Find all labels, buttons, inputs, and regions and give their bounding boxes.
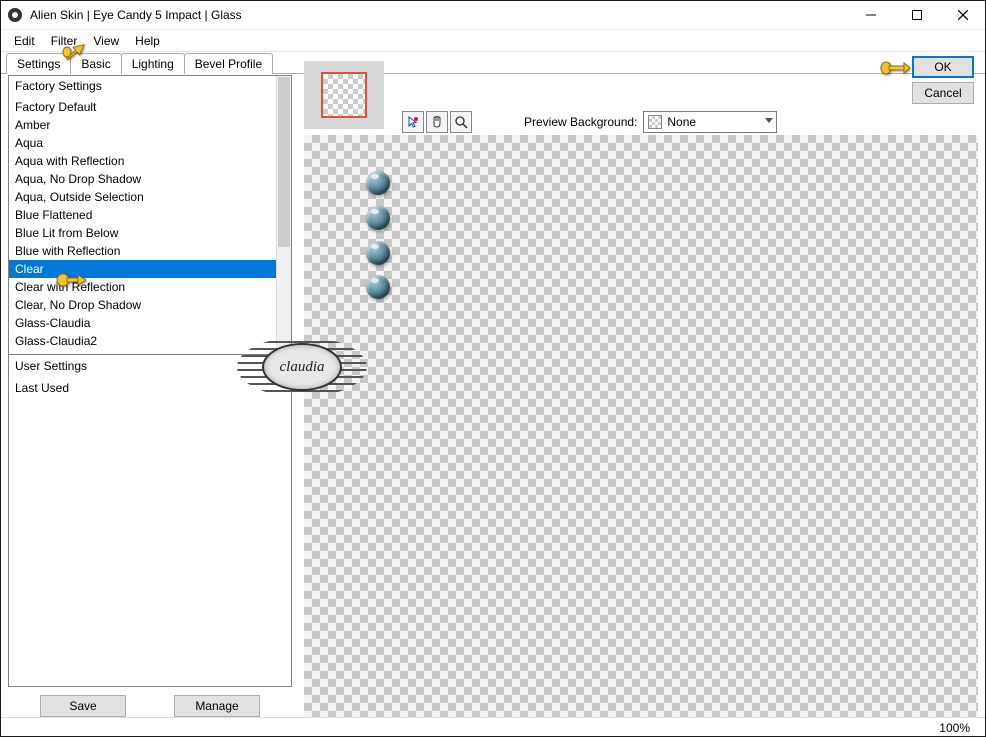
preset-item[interactable]: Blue with Reflection (9, 242, 276, 260)
menu-help[interactable]: Help (127, 32, 168, 50)
preview-bg-dropdown[interactable]: None (643, 111, 777, 133)
preview-panel: Preview Background: None (304, 75, 978, 717)
preset-item[interactable]: Aqua, No Drop Shadow (9, 170, 276, 188)
factory-settings-list: Factory Settings Factory DefaultAmberAqu… (8, 75, 292, 355)
minimize-button[interactable] (848, 0, 894, 29)
preset-item[interactable]: Aqua with Reflection (9, 152, 276, 170)
preset-item[interactable]: Glass-Claudia3 (9, 350, 276, 354)
factory-header: Factory Settings (9, 76, 291, 96)
close-button[interactable] (940, 0, 986, 29)
menubar: Edit Filter View Help (0, 30, 986, 52)
tool-zoom-icon[interactable] (450, 111, 472, 133)
cancel-button[interactable]: Cancel (912, 82, 974, 104)
preset-item[interactable]: Blue Flattened (9, 206, 276, 224)
tool-hand-icon[interactable] (426, 111, 448, 133)
save-button[interactable]: Save (40, 695, 126, 717)
user-preset-item[interactable]: Last Used (9, 379, 291, 397)
manage-button[interactable]: Manage (174, 695, 260, 717)
preview-bg-value: None (667, 115, 696, 129)
preset-item[interactable]: Glass-Claudia (9, 314, 276, 332)
preset-item[interactable]: Glass-Claudia2 (9, 332, 276, 350)
settings-buttons: Save Manage (8, 687, 292, 717)
tool-pointer-icon[interactable] (402, 111, 424, 133)
preset-item[interactable]: Clear (9, 260, 276, 278)
glass-sphere-icon (366, 275, 390, 299)
preview-bg-label: Preview Background: (524, 115, 637, 129)
user-settings-list: User Settings Last Used (8, 355, 292, 687)
ok-button[interactable]: OK (912, 56, 974, 78)
tab-bevel-profile[interactable]: Bevel Profile (184, 53, 273, 74)
glass-sphere-icon (366, 241, 390, 265)
menu-filter[interactable]: Filter (43, 32, 86, 50)
thumbnail-selected[interactable] (321, 72, 367, 118)
preset-item[interactable]: Factory Default (9, 98, 276, 116)
settings-panel: Factory Settings Factory DefaultAmberAqu… (8, 75, 292, 717)
preset-item[interactable]: Aqua (9, 134, 276, 152)
tab-lighting[interactable]: Lighting (121, 53, 185, 74)
transparency-swatch-icon (648, 115, 662, 129)
preview-canvas[interactable] (304, 135, 978, 717)
preview-tools (402, 111, 474, 133)
tab-settings[interactable]: Settings (6, 53, 71, 74)
thumbnail-strip[interactable] (304, 61, 384, 129)
glass-sphere-icon (366, 206, 390, 230)
maximize-button[interactable] (894, 0, 940, 29)
preset-item[interactable]: Clear, No Drop Shadow (9, 296, 276, 314)
preset-item[interactable]: Blue Lit from Below (9, 224, 276, 242)
glass-sphere-icon (366, 171, 390, 195)
preset-scroll[interactable]: Factory DefaultAmberAquaAqua with Reflec… (9, 98, 276, 354)
content-area: Factory Settings Factory DefaultAmberAqu… (8, 75, 978, 717)
preview-bg-row: Preview Background: None (524, 111, 777, 133)
preset-item[interactable]: Aqua, Outside Selection (9, 188, 276, 206)
menu-view[interactable]: View (85, 32, 127, 50)
tab-basic[interactable]: Basic (70, 53, 121, 74)
chevron-down-icon (765, 118, 773, 123)
menu-edit[interactable]: Edit (6, 32, 43, 50)
window-title: Alien Skin | Eye Candy 5 Impact | Glass (30, 8, 848, 22)
tab-row: Settings Basic Lighting Bevel Profile (0, 52, 986, 74)
window-controls (848, 0, 986, 29)
user-header: User Settings (9, 355, 291, 377)
zoom-level: 100% (939, 721, 970, 735)
preset-item[interactable]: Clear with Reflection (9, 278, 276, 296)
titlebar: Alien Skin | Eye Candy 5 Impact | Glass (0, 0, 986, 30)
app-icon (8, 8, 22, 22)
preset-item[interactable]: Amber (9, 116, 276, 134)
dialog-buttons: OK Cancel (912, 56, 974, 104)
status-bar: 100% (0, 717, 986, 737)
scroll-thumb[interactable] (278, 77, 290, 247)
scrollbar-vertical[interactable] (276, 76, 291, 354)
